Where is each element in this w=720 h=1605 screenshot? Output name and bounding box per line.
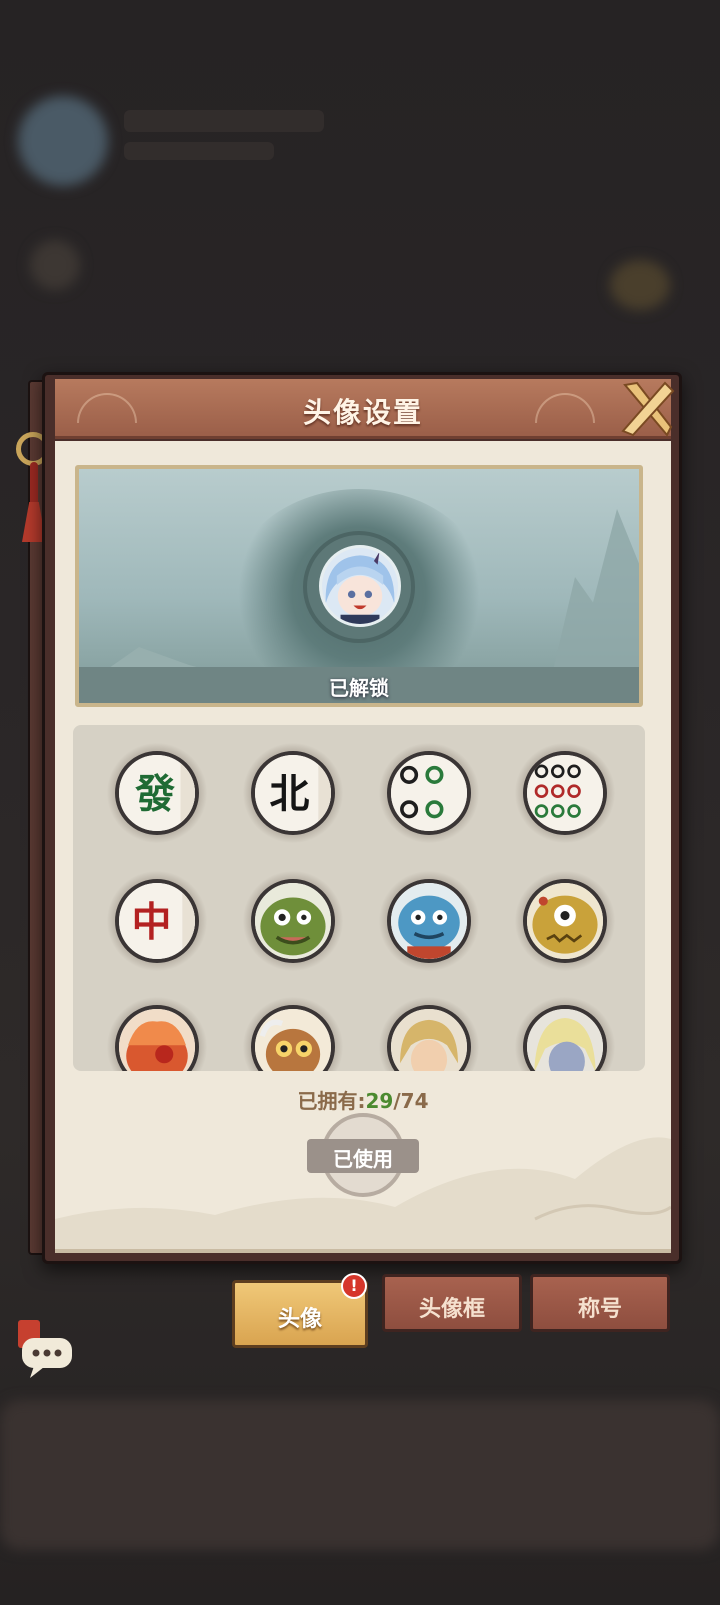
bg-icon-left [30, 240, 80, 290]
tab-avatar-frame-label: 头像框 [418, 1297, 485, 1322]
avatar-option-green-monster[interactable] [243, 871, 343, 971]
avatar-preview: 已解锁 [75, 465, 643, 707]
bg-icon-right [610, 260, 670, 310]
tab-avatar-label: 头像 [277, 1307, 322, 1332]
tab-title[interactable]: 称号 [530, 1274, 670, 1332]
bg-character-row [0, 1400, 720, 1550]
bg-name-bar-2 [124, 142, 274, 160]
avatar-option-two-circles[interactable] [379, 743, 479, 843]
avatar-option-many-circles[interactable] [515, 743, 615, 843]
avatar-option-fa[interactable]: 發 [107, 743, 207, 843]
tile-glyph-fa: 發 [134, 771, 175, 817]
avatar-grid: 發 北 中 [73, 725, 645, 1071]
selected-avatar [319, 545, 401, 627]
chat-button[interactable] [16, 1320, 76, 1380]
chat-bubble-icon [18, 1320, 72, 1378]
avatar-option-blue-monster[interactable] [379, 871, 479, 971]
avatar-option-zhong[interactable]: 中 [107, 871, 207, 971]
tab-avatar[interactable]: 头像 ! [232, 1273, 368, 1348]
tab-avatar-frame[interactable]: 头像框 [382, 1274, 522, 1332]
avatar-option-blond-man[interactable] [379, 997, 479, 1071]
bg-avatar-blur [18, 96, 108, 186]
tab-title-label: 称号 [577, 1297, 622, 1322]
paper-hills-decoration [55, 1137, 671, 1249]
unlock-status: 已解锁 [329, 676, 389, 700]
modal-body: 已解锁 發 北 中 已拥有:29/74 已使用 [55, 441, 671, 1253]
avatar-settings-modal: 头像设置 已解锁 發 北 中 已拥有:29/74 已使用 [42, 372, 682, 1264]
avatar-option-monkey[interactable] [243, 997, 343, 1071]
avatar-option-pale-woman[interactable] [515, 997, 615, 1071]
bg-name-bar [124, 110, 324, 132]
close-icon [621, 381, 675, 437]
avatar-option-bei[interactable]: 北 [243, 743, 343, 843]
modal-header: 头像设置 [55, 379, 671, 439]
avatar-option-fire-beast[interactable] [107, 997, 207, 1071]
notification-badge: ! [341, 1273, 367, 1299]
tile-glyph-zhong: 中 [132, 899, 172, 945]
close-button[interactable] [615, 377, 679, 441]
tile-glyph-bei: 北 [269, 771, 309, 817]
avatar-option-yellow-monster[interactable] [515, 871, 615, 971]
modal-title: 头像设置 [302, 396, 423, 429]
